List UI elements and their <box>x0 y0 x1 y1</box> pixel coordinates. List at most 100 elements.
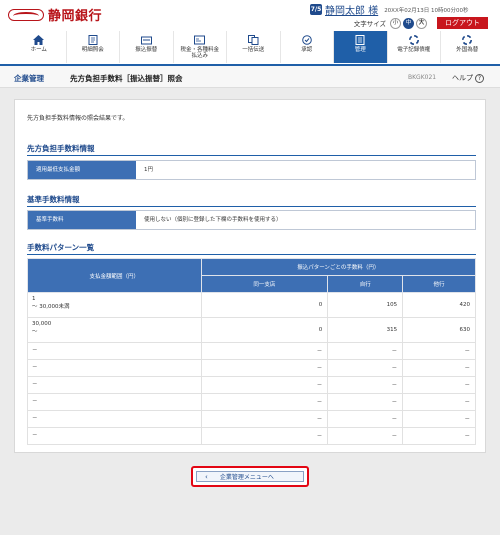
page-title: 先方負担手数料［振込振替］照会 <box>70 74 183 83</box>
statement-icon <box>87 34 99 45</box>
fee-cell: － <box>200 359 329 377</box>
fee-cell: － <box>402 359 476 377</box>
table-row: 1 ～ 30,000未満 0 105 420 <box>27 292 476 318</box>
base-fee-value: 使用しない（個別に登録した下欄の手数料を使用する） <box>136 211 475 229</box>
pattern-heading: 手数料パターン一覧 <box>27 243 95 252</box>
fee-cell: － <box>402 410 476 428</box>
header: 静岡銀行 7/5 静岡太郎 様 20XX年02月13日 10時00分00秒 文字… <box>0 0 500 64</box>
fee-info-key: 適用最低支払金額 <box>28 161 136 179</box>
nav-approval-label: 承認 <box>301 47 313 53</box>
nav-home[interactable]: ホーム <box>12 31 66 63</box>
range-cell: － <box>27 393 202 411</box>
fee-cell: － <box>327 342 404 360</box>
col-header-other-bank: 他行 <box>402 275 476 293</box>
page-title-bar: 企業管理 先方負担手数料［振込振替］照会 BKGK021 ヘルプ ? <box>0 66 500 88</box>
range-cell: － <box>27 376 202 394</box>
fee-pattern-table: 支払金額範囲（円） 振込パターンごとの手数料（円） 同一支店 自行 他行 1 ～ … <box>27 258 477 445</box>
section-title: 企業管理 <box>14 74 44 83</box>
fee-cell: － <box>402 342 476 360</box>
font-size-selector: 文字サイズ 小 中 大 ログアウト <box>354 17 488 29</box>
font-size-label: 文字サイズ <box>353 20 386 28</box>
range-cell: － <box>27 359 202 377</box>
nav-statement[interactable]: 明細照会 <box>65 31 120 63</box>
bank-name: 静岡銀行 <box>48 9 103 24</box>
back-to-management-menu-button[interactable]: ‹ 企業管理メニューへ <box>196 471 304 482</box>
fee-info-divider <box>27 155 476 156</box>
bank-logo[interactable]: 静岡銀行 <box>8 5 102 24</box>
nav-home-label: ホーム <box>30 47 47 53</box>
base-fee-key: 基準手数料 <box>28 211 136 229</box>
fee-info-value: 1円 <box>136 161 475 179</box>
fee-cell: － <box>200 427 329 445</box>
fee-cell: － <box>200 342 329 360</box>
nav-tax-payment-label: 税金・各種料金 払込み <box>180 47 219 59</box>
intro-text: 先方負担手数料情報の照会結果です。 <box>27 115 129 122</box>
table-row: － － － － <box>27 410 476 428</box>
nav-management[interactable]: 管理 <box>333 31 387 63</box>
back-button-label: 企業管理メニューへ <box>219 474 274 481</box>
nav-tax-payment[interactable]: 税金・各種料金 払込み <box>172 31 227 63</box>
highlight-frame: ‹ 企業管理メニューへ <box>191 466 309 487</box>
transfer-icon <box>140 34 152 45</box>
range-cell: 30,000 ～ <box>27 317 202 343</box>
table-row: － － － － <box>27 376 476 394</box>
fee-info-heading: 先方負担手数料情報 <box>27 144 95 153</box>
bank-logo-mark-icon <box>8 8 44 21</box>
nav-approval[interactable]: 承認 <box>279 31 334 63</box>
fee-cell: － <box>402 376 476 394</box>
nav-bulk-transmission-label: 一括伝送 <box>242 47 265 53</box>
font-size-medium-button[interactable]: 中 <box>403 17 414 29</box>
fee-cell: － <box>327 376 404 394</box>
nav-transfer-label: 振込振替 <box>135 47 158 53</box>
font-size-small-button[interactable]: 小 <box>390 17 401 29</box>
nav-transfer[interactable]: 振込振替 <box>119 31 173 63</box>
logout-button[interactable]: ログアウト <box>437 17 488 29</box>
fee-cell: 0 <box>200 317 329 343</box>
home-icon <box>33 34 45 45</box>
fee-cell: － <box>402 393 476 411</box>
pattern-divider <box>27 254 476 255</box>
nav-statement-label: 明細照会 <box>81 47 104 53</box>
nav-electronic-claim[interactable]: 電子記録債権 <box>386 31 441 63</box>
fee-info-row: 適用最低支払金額 1円 <box>27 160 476 180</box>
chevron-left-icon: ‹ <box>205 472 208 481</box>
fee-cell: － <box>327 427 404 445</box>
table-row: － － － － <box>27 342 476 360</box>
range-cell: 1 ～ 30,000未満 <box>27 292 202 318</box>
fee-cell: 0 <box>200 292 329 318</box>
nav-bulk-transmission[interactable]: 一括伝送 <box>226 31 280 63</box>
nav-electronic-claim-label: 電子記録債権 <box>397 47 431 53</box>
nav-management-label: 管理 <box>354 47 366 53</box>
range-cell: － <box>27 410 202 428</box>
table-row: － － － － <box>27 359 476 377</box>
question-icon: ? <box>475 73 484 83</box>
help-link[interactable]: ヘルプ ? <box>452 73 484 83</box>
approval-icon <box>301 34 313 45</box>
tax-payment-icon <box>194 34 206 45</box>
fee-cell: － <box>200 393 329 411</box>
base-fee-divider <box>27 206 476 207</box>
management-icon <box>354 34 366 45</box>
user-name-link[interactable]: 静岡太郎 様 <box>325 2 378 17</box>
forex-icon <box>461 34 473 45</box>
fee-cell: － <box>200 376 329 394</box>
fee-cell: 105 <box>327 292 404 318</box>
fee-cell: 420 <box>402 292 476 318</box>
nav-forex[interactable]: 外国為替 <box>440 31 494 63</box>
user-id-badge: 7/5 <box>310 4 322 15</box>
col-header-range: 支払金額範囲（円） <box>27 258 202 293</box>
fee-cell: 315 <box>327 317 404 343</box>
fee-cell: － <box>327 393 404 411</box>
font-size-large-button[interactable]: 大 <box>416 17 427 29</box>
fee-cell: － <box>200 410 329 428</box>
col-header-same-branch: 同一支店 <box>200 275 329 293</box>
fee-cell: － <box>327 410 404 428</box>
col-header-group: 振込パターンごとの手数料（円） <box>200 258 477 276</box>
base-fee-heading: 基準手数料情報 <box>27 195 80 204</box>
screen-id: BKGK021 <box>408 74 437 81</box>
range-cell: － <box>27 342 202 360</box>
range-cell: － <box>27 427 202 445</box>
fee-cell: 630 <box>402 317 476 343</box>
help-label: ヘルプ <box>452 74 473 82</box>
table-row: 30,000 ～ 0 315 630 <box>27 317 476 343</box>
